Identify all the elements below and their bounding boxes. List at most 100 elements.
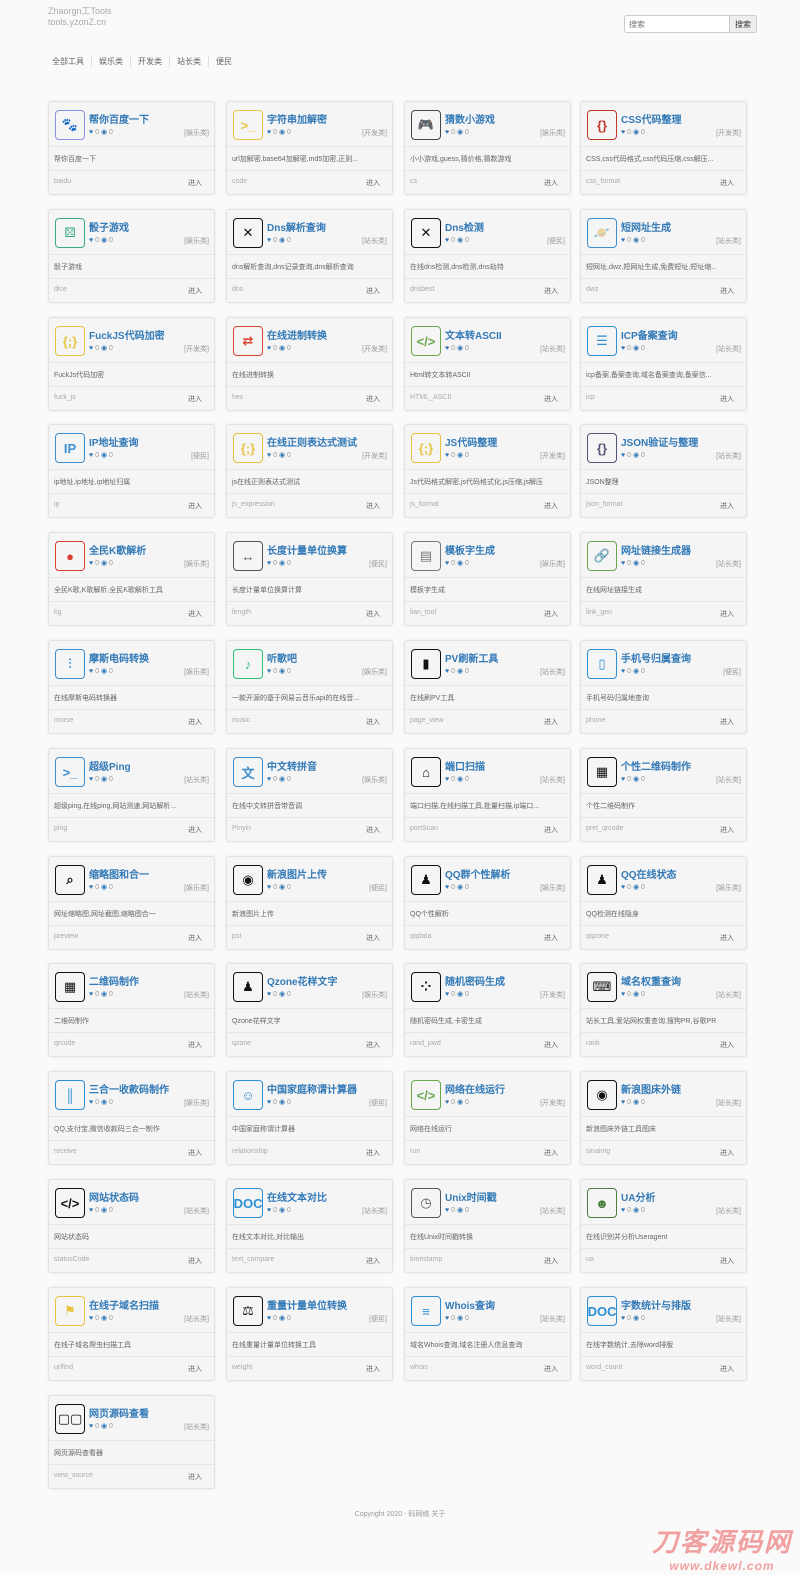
search-button[interactable]: 搜索 [730,15,757,33]
tool-card[interactable]: ◷ Unix时间戳 ♥ 0 ◉ 0 [站长类] 在线Unix时间戳转换 timestamp… [404,1179,571,1273]
enter-link[interactable]: 进入 [366,1364,380,1374]
enter-link[interactable]: 进入 [544,501,558,511]
tool-title[interactable]: UA分析 [621,1189,743,1204]
tool-card[interactable]: ⌂ 端口扫描 ♥ 0 ◉ 0 [站长类] 端口扫描,在线扫描工具,批量扫描,ip端口..… [404,748,571,842]
tool-title[interactable]: Whois查询 [445,1297,567,1312]
tool-title[interactable]: QQ群个性解析 [445,866,567,881]
tool-card[interactable]: </> 网站状态码 ♥ 0 ◉ 0 [站长类] 网站状态码 statusCode 进入 [48,1179,215,1273]
tool-title[interactable]: 域名权重查询 [621,973,743,988]
tool-title[interactable]: 猜数小游戏 [445,111,567,126]
tool-card[interactable]: ▯ 手机号归属查询 ♥ 0 ◉ 0 [便民] 手机号码归属地查询 phone 进入 [580,640,747,734]
tool-card[interactable]: {} CSS代码整理 ♥ 0 ◉ 0 [开发类] CSS,css代码格式,css代码压缩… [580,101,747,195]
tool-card[interactable]: {;} JS代码整理 ♥ 0 ◉ 0 [开发类] Js代码格式解密,js代码格式化,js… [404,424,571,518]
tool-title[interactable]: 骰子游戏 [89,219,211,234]
enter-link[interactable]: 进入 [188,825,202,835]
nav-item-webmaster[interactable]: 站长类 [170,56,209,67]
tool-card[interactable]: ⁘ 随机密码生成 ♥ 0 ◉ 0 [开发类] 随机密码生成,卡密生成 rand_pwd 进入 [404,963,571,1057]
enter-link[interactable]: 进入 [544,286,558,296]
enter-link[interactable]: 进入 [720,394,734,404]
enter-link[interactable]: 进入 [544,1364,558,1374]
tool-card[interactable]: </> 文本转ASCII ♥ 0 ◉ 0 [站长类] Html转文本转ASCII HTML… [404,317,571,411]
enter-link[interactable]: 进入 [366,394,380,404]
tool-card[interactable]: ● 全民K歌解析 ♥ 0 ◉ 0 [娱乐类] 全民K歌,K歌解析,全民K歌解析工具 kg 进… [48,532,215,626]
tool-title[interactable]: 长度计量单位换算 [267,542,389,557]
tool-title[interactable]: 摩斯电码转换 [89,650,211,665]
tool-title[interactable]: Qzone花样文字 [267,973,389,988]
tool-title[interactable]: FuckJS代码加密 [89,327,211,342]
enter-link[interactable]: 进入 [366,609,380,619]
tool-card[interactable]: ▮ PV刷新工具 ♥ 0 ◉ 0 [站长类] 在线刷PV工具 page_view 进入 [404,640,571,734]
tool-title[interactable]: 文本转ASCII [445,327,567,342]
tool-title[interactable]: Dns解析查询 [267,219,389,234]
tool-card[interactable]: ⚄ 骰子游戏 ♥ 0 ◉ 0 [娱乐类] 骰子游戏 dice 进入 [48,209,215,303]
enter-link[interactable]: 进入 [720,178,734,188]
tool-card[interactable]: ⚑ 在线子域名扫描 ♥ 0 ◉ 0 [站长类] 在线子域名爬虫扫描工具 urlfind 进入 [48,1287,215,1381]
enter-link[interactable]: 进入 [544,933,558,943]
tool-card[interactable]: ♟ QQ群个性解析 ♥ 0 ◉ 0 [娱乐类] QQ个性解析 qqdata 进入 [404,856,571,950]
tool-title[interactable]: 网址链接生成器 [621,542,743,557]
tool-card[interactable]: ☰ ICP备案查询 ♥ 0 ◉ 0 [站长类] icp备案,备案查询,域名备案查询,备案… [580,317,747,411]
search-input[interactable] [624,15,730,33]
enter-link[interactable]: 进入 [188,394,202,404]
tool-card[interactable]: ↔ 长度计量单位换算 ♥ 0 ◉ 0 [便民] 长度计量单位换算计算 length 进入 [226,532,393,626]
enter-link[interactable]: 进入 [544,825,558,835]
enter-link[interactable]: 进入 [366,501,380,511]
tool-title[interactable]: CSS代码整理 [621,111,743,126]
tool-title[interactable]: 缩略图和合一 [89,866,211,881]
tool-title[interactable]: ICP备案查询 [621,327,743,342]
enter-link[interactable]: 进入 [188,1256,202,1266]
tool-card[interactable]: ▦ 个性二维码制作 ♥ 0 ◉ 0 [站长类] 个性二维码制作 pret_qrcode 进入 [580,748,747,842]
tool-title[interactable]: 二维码制作 [89,973,211,988]
enter-link[interactable]: 进入 [544,1148,558,1158]
tool-title[interactable]: IP地址查询 [89,434,211,449]
enter-link[interactable]: 进入 [720,933,734,943]
tool-card[interactable]: ☻ UA分析 ♥ 0 ◉ 0 [站长类] 在线识别并分析Useragent ua 进入 [580,1179,747,1273]
tool-card[interactable]: ⌕ 缩略图和合一 ♥ 0 ◉ 0 [娱乐类] 网址缩略图,网址截图,缩略图合一 previ… [48,856,215,950]
tool-card[interactable]: ≡ Whois查询 ♥ 0 ◉ 0 [站长类] 域名Whois查询,域名注册人信息查询 w… [404,1287,571,1381]
nav-item-all[interactable]: 全部工具 [48,56,92,67]
tool-card[interactable]: >_ 超级Ping ♥ 0 ◉ 0 [站长类] 超级ping,在线ping,网站测速,网… [48,748,215,842]
enter-link[interactable]: 进入 [188,286,202,296]
tool-title[interactable]: 在线正则表达式测试 [267,434,389,449]
tool-title[interactable]: QQ在线状态 [621,866,743,881]
enter-link[interactable]: 进入 [366,825,380,835]
tool-card[interactable]: ✕ Dns解析查询 ♥ 0 ◉ 0 [站长类] dns解析查询,dns记录查询,dns解… [226,209,393,303]
tool-card[interactable]: ║ 三合一收款码制作 ♥ 0 ◉ 0 [娱乐类] QQ,支付宝,微信收款码三合一制作 re… [48,1071,215,1165]
tool-card[interactable]: ♪ 听歌吧 ♥ 0 ◉ 0 [娱乐类] 一款开源的基于网易云音乐api的在线音... mu… [226,640,393,734]
tool-title[interactable]: 中文转拼音 [267,758,389,773]
tool-card[interactable]: DOC 字数统计与排版 ♥ 0 ◉ 0 [站长类] 在线字数统计,去除word排版 wor… [580,1287,747,1381]
tool-card[interactable]: ⫶ 摩斯电码转换 ♥ 0 ◉ 0 [娱乐类] 在线摩斯电码转换器 morse 进入 [48,640,215,734]
tool-card[interactable]: {;} FuckJS代码加密 ♥ 0 ◉ 0 [开发类] FuckJs代码加密 fuck_… [48,317,215,411]
enter-link[interactable]: 进入 [720,609,734,619]
tool-title[interactable]: 新浪图床外链 [621,1081,743,1096]
nav-item-convenience[interactable]: 便民 [209,56,239,67]
tool-title[interactable]: 中国家庭称谓计算器 [267,1081,389,1096]
enter-link[interactable]: 进入 [188,178,202,188]
tool-card[interactable]: ♟ Qzone花样文字 ♥ 0 ◉ 0 [娱乐类] Qzone花样文字 qzone 进入 [226,963,393,1057]
tool-title[interactable]: Unix时间戳 [445,1189,567,1204]
tool-card[interactable]: 🐾 帮你百度一下 ♥ 0 ◉ 0 [娱乐类] 帮你百度一下 baidu 进入 [48,101,215,195]
tool-title[interactable]: 听歌吧 [267,650,389,665]
enter-link[interactable]: 进入 [544,1040,558,1050]
enter-link[interactable]: 进入 [366,1148,380,1158]
tool-card[interactable]: ⚖ 重量计量单位转换 ♥ 0 ◉ 0 [便民] 在线重量计量单位转换工具 weight 进入 [226,1287,393,1381]
tool-title[interactable]: 三合一收款码制作 [89,1081,211,1096]
tool-title[interactable]: 字符串加解密 [267,111,389,126]
tool-card[interactable]: ⇄ 在线进制转换 ♥ 0 ◉ 0 [开发类] 在线进制转换 hex 进入 [226,317,393,411]
tool-title[interactable]: JS代码整理 [445,434,567,449]
tool-title[interactable]: 帮你百度一下 [89,111,211,126]
tool-card[interactable]: ◉ 新浪图片上传 ♥ 0 ◉ 0 [便民] 新浪图片上传 pst 进入 [226,856,393,950]
enter-link[interactable]: 进入 [720,1040,734,1050]
enter-link[interactable]: 进入 [720,1364,734,1374]
enter-link[interactable]: 进入 [720,1256,734,1266]
tool-card[interactable]: {;} 在线正则表达式测试 ♥ 0 ◉ 0 [开发类] js在线正则表达式测试 js_ex… [226,424,393,518]
tool-title[interactable]: 在线进制转换 [267,327,389,342]
tool-card[interactable]: ♟ QQ在线状态 ♥ 0 ◉ 0 [娱乐类] QQ检测在线隐身 qqzone 进入 [580,856,747,950]
tool-card[interactable]: ◉ 新浪图床外链 ♥ 0 ◉ 0 [站长类] 新浪图床外链工具图床 sinaimg 进入 [580,1071,747,1165]
tool-title[interactable]: 个性二维码制作 [621,758,743,773]
tool-title[interactable]: 在线文本对比 [267,1189,389,1204]
tool-card[interactable]: ▦ 二维码制作 ♥ 0 ◉ 0 [站长类] 二维码制作 qrcode 进入 [48,963,215,1057]
enter-link[interactable]: 进入 [366,933,380,943]
enter-link[interactable]: 进入 [544,394,558,404]
tool-title[interactable]: 在线子域名扫描 [89,1297,211,1312]
